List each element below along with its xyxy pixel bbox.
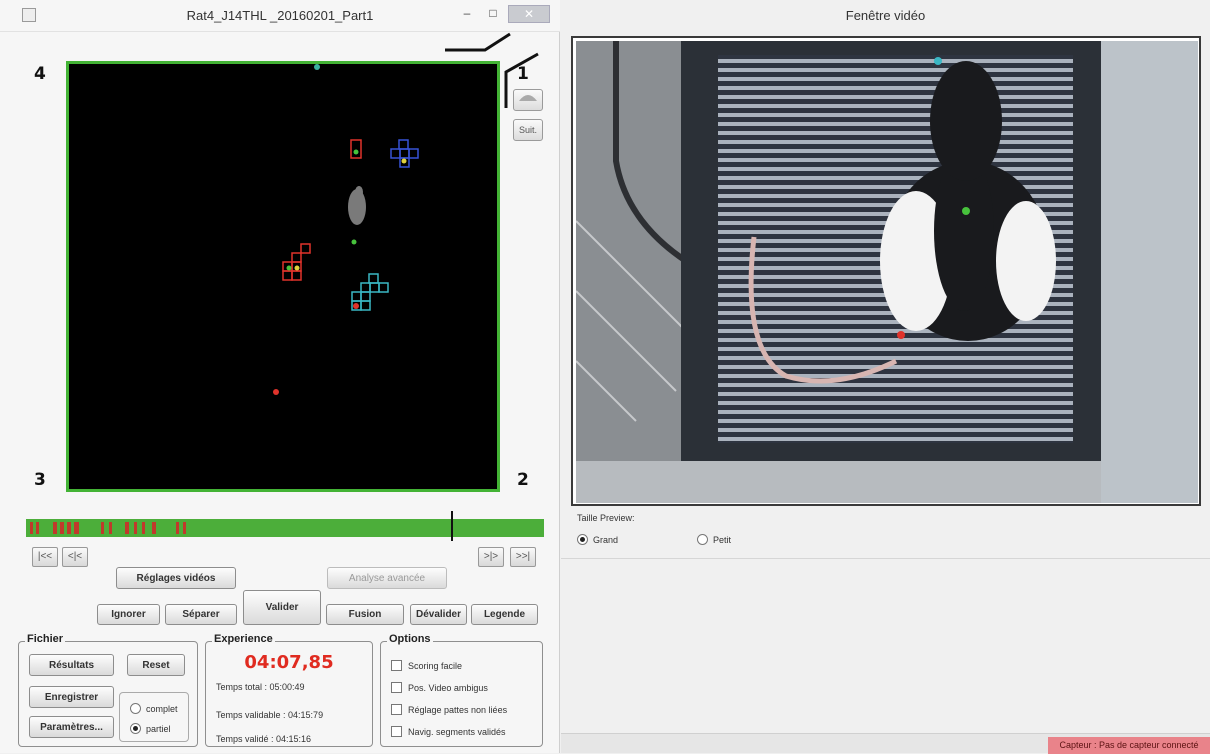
corner-label-3: 3 [34, 470, 46, 490]
corner-label-1: 1 [517, 64, 529, 84]
sensor-status-badge: Capteur : Pas de capteur connecté [1048, 737, 1210, 754]
elapsed-timer: 04:07,85 [244, 652, 334, 673]
status-bar: Capteur : Pas de capteur connecté [561, 733, 1210, 754]
option-pos-video-ambigus[interactable]: Pos. Video ambigus [391, 682, 488, 693]
parameters-button[interactable]: Paramètres... [29, 716, 114, 738]
marker-dot [314, 64, 320, 70]
next-frame-button[interactable]: >|> [478, 547, 504, 567]
scoring-window: Rat4_J14THL _20160201_Part1 – □ ✕ 4 1 3 … [0, 0, 560, 753]
close-button[interactable]: ✕ [508, 5, 550, 23]
corner-label-2: 2 [517, 470, 529, 490]
divider [561, 558, 1210, 559]
file-group-label: Fichier [25, 633, 66, 645]
merge-button[interactable]: Fusion [326, 604, 404, 625]
validated-time: Temps validé : 04:15:16 [216, 734, 312, 744]
paw-cluster-red [282, 243, 311, 281]
options-group-label: Options [387, 633, 433, 645]
option-reglage-pattes[interactable]: Réglage pattes non liées [391, 704, 507, 715]
ignore-button[interactable]: Ignorer [97, 604, 160, 625]
experience-group: Experience 04:07,85 Temps total : 05:00:… [205, 633, 373, 747]
maximize-button[interactable]: □ [484, 5, 502, 23]
option-scoring-facile[interactable]: Scoring facile [391, 660, 462, 671]
tracking-arena[interactable] [66, 61, 500, 492]
marker-dot [273, 389, 279, 395]
paw-box-red [350, 139, 362, 159]
validate-button[interactable]: Valider [243, 590, 321, 625]
last-frame-button[interactable]: >>| [510, 547, 536, 567]
total-time: Temps total : 05:00:49 [216, 682, 305, 692]
radio-complet[interactable]: complet [130, 703, 178, 714]
legend-button[interactable]: Legende [471, 604, 538, 625]
validable-time: Temps validable : 04:15:79 [216, 710, 324, 720]
file-group: Fichier Résultats Reset Enregistrer Para… [18, 633, 198, 747]
video-image [576, 41, 1198, 503]
video-frame[interactable] [571, 36, 1201, 506]
results-button[interactable]: Résultats [29, 654, 114, 676]
options-group: Options Scoring facile Pos. Video ambigu… [380, 633, 543, 747]
video-settings-button[interactable]: Réglages vidéos [116, 567, 236, 589]
timeline-cursor[interactable] [451, 511, 453, 541]
mode-radio-group: complet partiel [119, 692, 189, 742]
hump-view-button[interactable] [513, 89, 543, 111]
advanced-analysis-button[interactable]: Analyse avancée [327, 567, 447, 589]
radio-grand[interactable]: Grand [577, 534, 618, 545]
experience-group-label: Experience [212, 633, 275, 645]
option-navig-segments[interactable]: Navig. segments validés [391, 726, 506, 737]
radio-partiel[interactable]: partiel [130, 723, 171, 734]
hump-icon [519, 95, 537, 101]
suit-button[interactable]: Suit. [513, 119, 543, 141]
first-frame-button[interactable]: |<< [32, 547, 58, 567]
save-button[interactable]: Enregistrer [29, 686, 114, 708]
tracking-canvas [273, 64, 419, 395]
title-bar: Rat4_J14THL _20160201_Part1 – □ ✕ [0, 0, 560, 32]
preview-size-label: Taille Preview: [577, 513, 635, 523]
separate-button[interactable]: Séparer [165, 604, 237, 625]
window-title: Rat4_J14THL _20160201_Part1 [186, 8, 374, 23]
video-window: Fenêtre vidéo Taille Preview: Grand Peti… [561, 0, 1210, 754]
video-window-title: Fenêtre vidéo [845, 8, 926, 23]
reset-button[interactable]: Reset [127, 654, 185, 676]
minimize-button[interactable]: – [458, 5, 476, 23]
radio-petit[interactable]: Petit [697, 534, 731, 545]
corner-label-4: 4 [34, 64, 46, 84]
invalidate-button[interactable]: Dévalider [410, 604, 467, 625]
prev-frame-button[interactable]: <|< [62, 547, 88, 567]
timeline-bar[interactable] [26, 519, 544, 537]
